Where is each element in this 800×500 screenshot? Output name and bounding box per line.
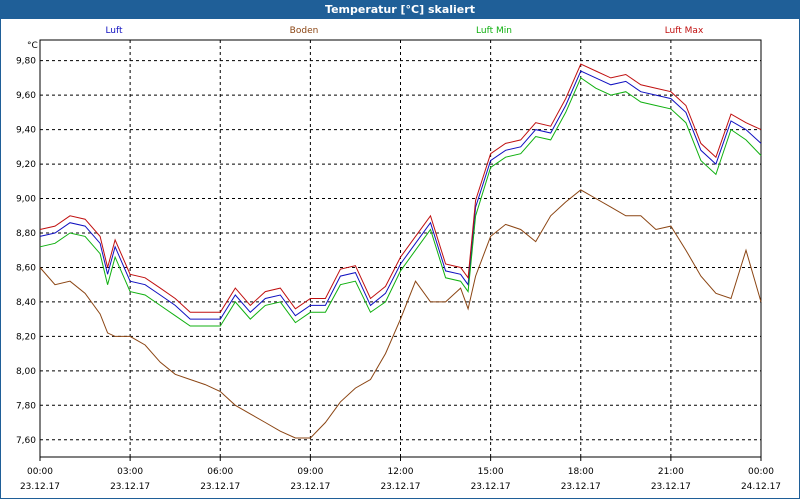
x-tick-label-time: 03:00: [117, 467, 143, 477]
x-tick-label-date: 23.12.17: [20, 482, 60, 492]
x-tick-label-date: 23.12.17: [290, 482, 330, 492]
x-tick-label-time: 00:00: [27, 467, 53, 477]
x-axis: 00:00 23.12.17 03:00 23.12.17 06:00 23.12.17 0…: [20, 457, 781, 492]
x-tick-label-date: 23.12.17: [200, 482, 240, 492]
x-tick-label-date: 23.12.17: [561, 482, 601, 492]
grid: [40, 40, 761, 457]
y-axis: 9,80 9,60 9,40 9,20 9,00 8,80 8,60 8,40 8,20 8,00…: [16, 57, 36, 446]
x-tick-label-time: 09:00: [297, 467, 323, 477]
y-tick-label: 9,00: [16, 195, 36, 205]
x-tick-label-date: 23.12.17: [651, 482, 691, 492]
line-chart: Luft Boden Luft Min Luft Max °C 9,80 9,60 9,4…: [16, 26, 781, 492]
x-tick-label-date: 23.12.17: [471, 482, 511, 492]
x-tick-label-date: 23.12.17: [380, 482, 420, 492]
x-tick-label-date: 23.12.17: [110, 482, 150, 492]
chart-title: Temperatur [°C] skaliert: [0, 0, 800, 19]
legend-entry: Boden: [290, 26, 319, 36]
x-tick-label-time: 21:00: [658, 467, 684, 477]
y-tick-label: 8,40: [16, 298, 36, 308]
y-tick-label: 9,40: [16, 126, 36, 136]
x-tick-label-time: 15:00: [478, 467, 504, 477]
y-tick-label: 9,60: [16, 91, 36, 101]
y-tick-label: 8,00: [16, 367, 36, 377]
legend-entry: Luft Min: [476, 26, 512, 36]
y-tick-label: 9,80: [16, 57, 36, 67]
legend-entry: Luft: [105, 26, 123, 36]
y-tick-label: 8,20: [16, 332, 36, 342]
x-tick-label-date: 24.12.17: [741, 482, 781, 492]
y-axis-label: °C: [27, 41, 38, 51]
x-tick-label-time: 12:00: [388, 467, 414, 477]
x-tick-label-time: 06:00: [207, 467, 233, 477]
legend-entry: Luft Max: [665, 26, 704, 36]
y-tick-label: 9,20: [16, 160, 36, 170]
y-tick-label: 7,60: [16, 436, 36, 446]
y-tick-label: 7,80: [16, 401, 36, 411]
x-tick-label-time: 18:00: [568, 467, 594, 477]
y-tick-label: 8,60: [16, 263, 36, 273]
chart-frame: Luft Boden Luft Min Luft Max °C 9,80 9,60 9,4…: [0, 19, 800, 499]
y-tick-label: 8,80: [16, 229, 36, 239]
legend: Luft Boden Luft Min Luft Max: [105, 26, 704, 36]
x-tick-label-time: 00:00: [748, 467, 774, 477]
